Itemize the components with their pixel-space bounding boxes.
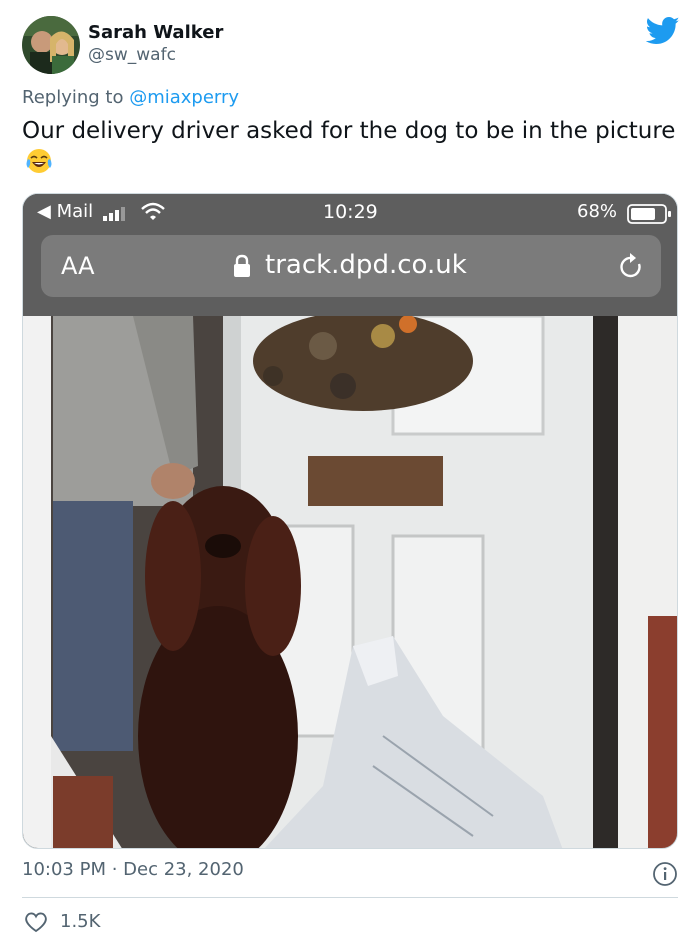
- twitter-bird-icon: [645, 16, 680, 46]
- lock-icon: [233, 254, 251, 278]
- battery-percent: 68%: [577, 201, 618, 222]
- laughing-emoji-icon: [25, 147, 53, 175]
- heart-icon[interactable]: [24, 911, 48, 933]
- reply-to-link[interactable]: @miaxperry: [129, 87, 239, 108]
- status-time: 10:29: [323, 201, 378, 223]
- divider: [22, 897, 678, 898]
- signal-icon: [103, 206, 133, 221]
- author-name[interactable]: Sarah Walker: [88, 22, 223, 43]
- text-size-button[interactable]: AA: [61, 252, 95, 280]
- page-url[interactable]: track.dpd.co.uk: [265, 250, 467, 280]
- replying-to: Replying to @miaxperry: [22, 87, 239, 108]
- replying-prefix: Replying to: [22, 87, 130, 108]
- wifi-icon: [141, 202, 165, 222]
- like-count[interactable]: 1.5K: [60, 911, 100, 932]
- tweet-timestamp[interactable]: 10:03 PM · Dec 23, 2020: [22, 859, 244, 880]
- back-to-mail: ◀ Mail: [37, 201, 94, 222]
- tweet-media[interactable]: ◀ Mail 10:29 68% AA track.dpd.co.uk: [22, 193, 678, 849]
- info-icon[interactable]: [652, 861, 678, 887]
- tweet-text: Our delivery driver asked for the dog to…: [22, 115, 682, 179]
- reload-icon[interactable]: [617, 252, 645, 282]
- browser-toolbar: AA track.dpd.co.uk: [23, 230, 677, 316]
- tweet-body: Our delivery driver asked for the dog to…: [22, 118, 676, 144]
- battery-icon: [627, 204, 673, 224]
- phone-status-bar: ◀ Mail 10:29 68%: [23, 194, 677, 230]
- author-handle[interactable]: @sw_wafc: [88, 45, 176, 65]
- address-bar[interactable]: AA track.dpd.co.uk: [41, 235, 661, 297]
- dog-at-door-photo: [23, 311, 677, 848]
- avatar[interactable]: [22, 16, 80, 74]
